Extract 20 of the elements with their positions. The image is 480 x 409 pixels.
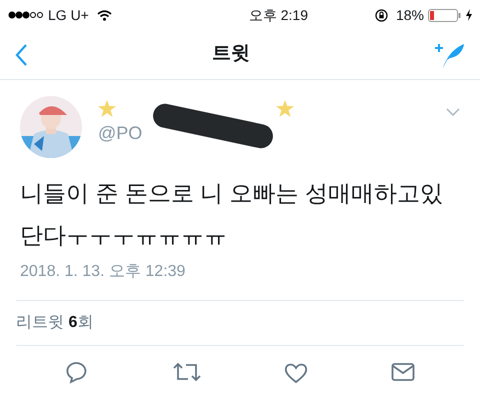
clock-time: 오후 2:19 [248, 6, 308, 24]
rotation-lock-icon [374, 8, 388, 22]
user-handle: @PO [98, 122, 142, 145]
reply-icon[interactable] [65, 362, 90, 384]
star-icon [276, 100, 294, 116]
carrier-name: LG U+ [48, 6, 89, 24]
tweet-text: 니들이 준 돈으로 니 오빠는 성매매하고있단다ㅜㅜㅜㅠㅠㅠㅠ [19, 179, 444, 250]
star-icon [98, 100, 116, 116]
tweet-timestamp: 2018. 1. 13. 오후 12:39 [19, 262, 186, 282]
retweet-count: 리트윗 6회 [16, 314, 94, 331]
signal-icon [8, 10, 44, 20]
battery-icon [428, 8, 462, 22]
mail-icon[interactable] [390, 362, 415, 382]
retweet-icon[interactable] [172, 362, 202, 382]
battery-percent: 18% [396, 6, 424, 24]
back-icon[interactable] [14, 42, 28, 66]
charging-icon [466, 9, 472, 21]
heart-icon[interactable] [284, 362, 308, 384]
screen-title: 트윗 [212, 42, 250, 66]
wifi-icon [96, 10, 112, 20]
